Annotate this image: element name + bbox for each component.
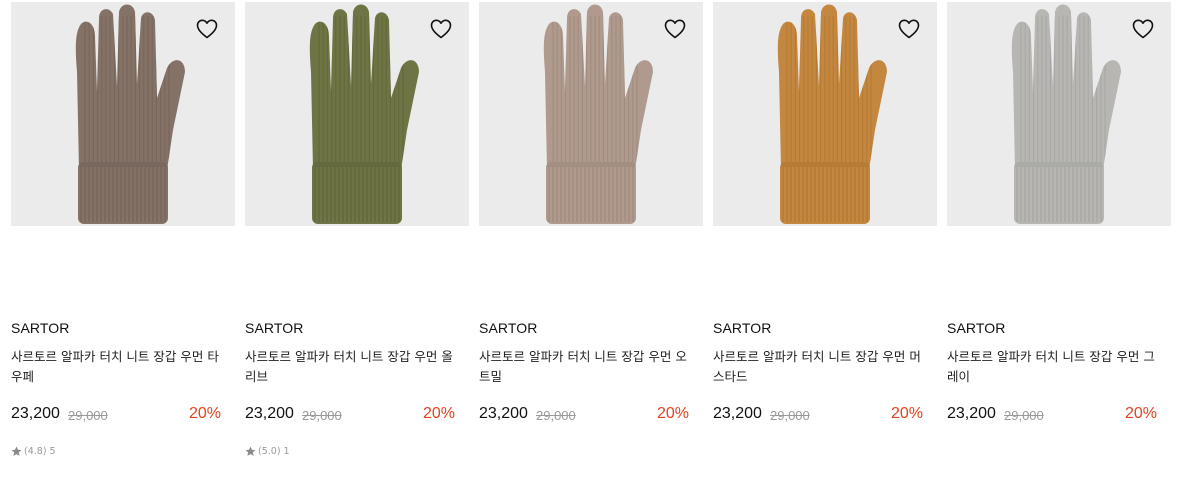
rating-score: (4.8) bbox=[24, 445, 47, 457]
sale-price: 23,200 bbox=[11, 405, 60, 422]
product-card[interactable]: SARTOR 사르토르 알파카 터치 니트 장갑 우먼 오트밀 23,200 2… bbox=[479, 2, 703, 482]
discount-rate: 20% bbox=[1124, 405, 1157, 422]
heart-outline-icon[interactable] bbox=[663, 17, 687, 41]
original-price: 29,000 bbox=[770, 408, 810, 423]
price-row: 23,200 29,000 20% bbox=[479, 405, 689, 427]
product-brand[interactable]: SARTOR bbox=[11, 320, 69, 336]
product-card[interactable]: SARTOR 사르토르 알파카 터치 니트 장갑 우먼 그레이 23,200 2… bbox=[947, 2, 1171, 482]
discount-rate: 20% bbox=[188, 405, 221, 422]
review-count: 5 bbox=[49, 445, 56, 457]
original-price: 29,000 bbox=[68, 408, 108, 423]
price-row: 23,200 29,000 20% bbox=[947, 405, 1157, 427]
heart-outline-icon[interactable] bbox=[195, 17, 219, 41]
original-price: 29,000 bbox=[536, 408, 576, 423]
price-row: 23,200 29,000 20% bbox=[713, 405, 923, 427]
discount-rate: 20% bbox=[890, 405, 923, 422]
product-brand[interactable]: SARTOR bbox=[479, 320, 537, 336]
product-card[interactable]: SARTOR 사르토르 알파카 터치 니트 장갑 우먼 타우페 23,200 2… bbox=[11, 2, 235, 482]
discount-rate: 20% bbox=[422, 405, 455, 422]
price-row: 23,200 29,000 20% bbox=[245, 405, 455, 427]
product-brand[interactable]: SARTOR bbox=[245, 320, 303, 336]
product-name[interactable]: 사르토르 알파카 터치 니트 장갑 우먼 오트밀 bbox=[479, 347, 697, 387]
product-grid: SARTOR 사르토르 알파카 터치 니트 장갑 우먼 타우페 23,200 2… bbox=[11, 2, 1171, 482]
product-brand[interactable]: SARTOR bbox=[947, 320, 1005, 336]
sale-price: 23,200 bbox=[245, 405, 294, 422]
rating: (5.0) 1 bbox=[245, 444, 290, 458]
star-icon bbox=[245, 446, 256, 457]
product-card[interactable]: SARTOR 사르토르 알파카 터치 니트 장갑 우먼 머스타드 23,200 … bbox=[713, 2, 937, 482]
discount-rate: 20% bbox=[656, 405, 689, 422]
product-name[interactable]: 사르토르 알파카 터치 니트 장갑 우먼 그레이 bbox=[947, 347, 1165, 387]
product-card[interactable]: SARTOR 사르토르 알파카 터치 니트 장갑 우먼 올리브 23,200 2… bbox=[245, 2, 469, 482]
price-row: 23,200 29,000 20% bbox=[11, 405, 221, 427]
heart-outline-icon[interactable] bbox=[429, 17, 453, 41]
original-price: 29,000 bbox=[302, 408, 342, 423]
sale-price: 23,200 bbox=[947, 405, 996, 422]
rating-score: (5.0) bbox=[258, 445, 281, 457]
sale-price: 23,200 bbox=[479, 405, 528, 422]
heart-outline-icon[interactable] bbox=[897, 17, 921, 41]
review-count: 1 bbox=[283, 445, 290, 457]
star-icon bbox=[11, 446, 22, 457]
product-name[interactable]: 사르토르 알파카 터치 니트 장갑 우먼 올리브 bbox=[245, 347, 463, 387]
rating: (4.8) 5 bbox=[11, 444, 56, 458]
original-price: 29,000 bbox=[1004, 408, 1044, 423]
product-name[interactable]: 사르토르 알파카 터치 니트 장갑 우먼 머스타드 bbox=[713, 347, 931, 387]
sale-price: 23,200 bbox=[713, 405, 762, 422]
product-name[interactable]: 사르토르 알파카 터치 니트 장갑 우먼 타우페 bbox=[11, 347, 229, 387]
heart-outline-icon[interactable] bbox=[1131, 17, 1155, 41]
product-brand[interactable]: SARTOR bbox=[713, 320, 771, 336]
